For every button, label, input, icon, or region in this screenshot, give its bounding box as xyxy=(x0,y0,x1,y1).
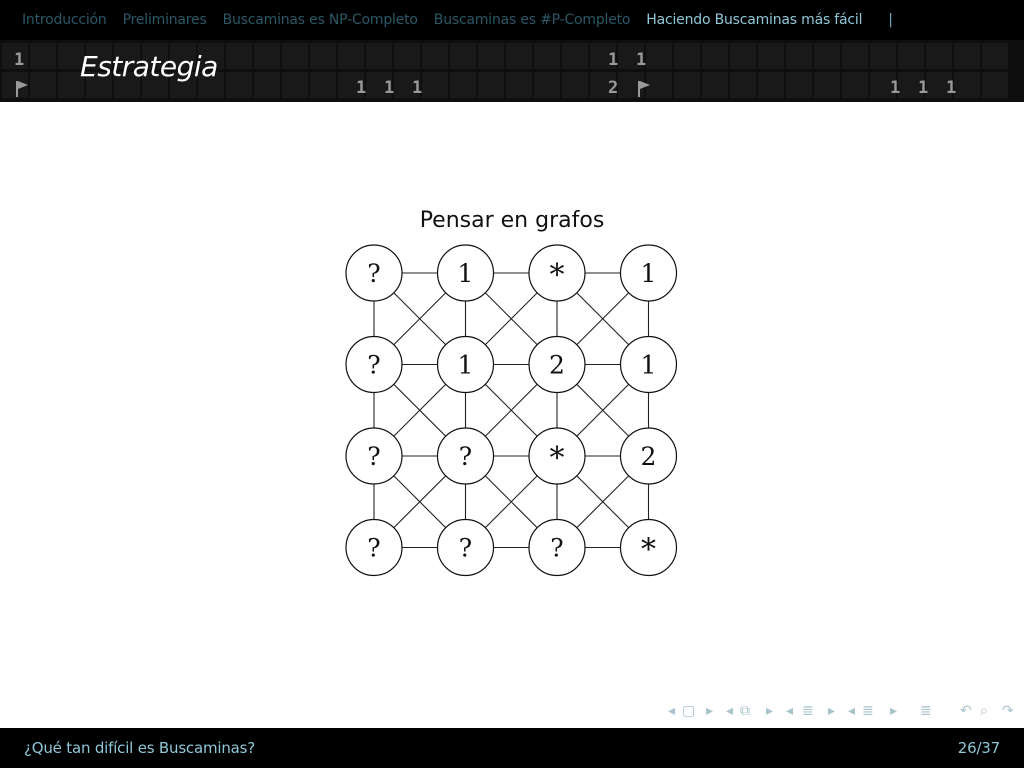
section-next-arrow-icon[interactable]: ▸ xyxy=(828,703,835,719)
graph-node-label: * xyxy=(641,533,656,568)
graph-node: 1 xyxy=(436,244,495,302)
footer-short-title: ¿Qué tan difícil es Buscaminas? xyxy=(24,739,256,757)
beamer-navigation-symbols: ◂ ▢ ▸ ◂ ⧉ ▸ ◂ ≣ ▸ ◂ ≣ ▸ ≣ ↶ ⌕ ↷ xyxy=(668,703,1018,723)
graph-node-label: 2 xyxy=(549,351,565,380)
graph-node: ? xyxy=(528,518,586,577)
graph-node-label: ? xyxy=(367,259,380,288)
graph-node: * xyxy=(528,427,586,485)
graph-node-label: ? xyxy=(367,351,380,380)
graph-node: ? xyxy=(436,427,495,485)
graph-node: 2 xyxy=(528,335,586,394)
page-number: 26/37 xyxy=(957,739,1000,757)
graph-node-label: 2 xyxy=(641,442,657,471)
graph-node-label: ? xyxy=(550,534,563,563)
graph-node: ? xyxy=(345,518,403,577)
section-icon[interactable]: ≣ xyxy=(802,703,814,719)
footer-bar: ¿Qué tan difícil es Buscaminas? 26/37 xyxy=(0,728,1024,768)
forward-icon[interactable]: ↷ xyxy=(1002,703,1014,719)
subsection-next-arrow-icon[interactable]: ▸ xyxy=(766,703,773,719)
graph-node-label: ? xyxy=(459,534,472,563)
graph-edges xyxy=(373,272,650,549)
outline-icon[interactable]: ≣ xyxy=(920,703,932,719)
frame-prev-arrow-icon[interactable]: ◂ xyxy=(668,703,675,719)
subsection-prev-arrow-icon[interactable]: ◂ xyxy=(726,703,733,719)
graph-node-label: ? xyxy=(459,442,472,471)
graph-node: * xyxy=(619,518,678,577)
graph-node-label: 1 xyxy=(458,351,474,380)
back-icon[interactable]: ↶ xyxy=(960,703,972,719)
graph-node-label: 1 xyxy=(458,259,474,288)
section-prev-arrow-icon[interactable]: ◂ xyxy=(786,703,793,719)
graph-node-label: * xyxy=(550,441,565,476)
subsubsection-icon[interactable]: ≣ xyxy=(862,703,874,719)
graph-node: ? xyxy=(345,335,403,394)
graph-node: 1 xyxy=(436,335,495,394)
graph-node: 1 xyxy=(619,244,678,302)
subsubsection-prev-arrow-icon[interactable]: ◂ xyxy=(848,703,855,719)
graph-node-label: 1 xyxy=(641,351,657,380)
graph-node: * xyxy=(528,244,586,302)
subsection-icon[interactable]: ⧉ xyxy=(740,703,750,719)
graph-node-label: ? xyxy=(367,534,380,563)
minesweeper-graph-diagram: ? 1 * 1? 1 2 1?? * 2??? * xyxy=(345,244,678,577)
frame-icon[interactable]: ▢ xyxy=(682,703,695,719)
search-icon[interactable]: ⌕ xyxy=(980,703,988,719)
graph-node: 2 xyxy=(619,427,678,485)
frame-next-arrow-icon[interactable]: ▸ xyxy=(706,703,713,719)
graph-node: ? xyxy=(345,427,403,485)
graph-node-label: 1 xyxy=(641,259,657,288)
graph-node-label: * xyxy=(550,258,565,293)
graph-node-label: ? xyxy=(367,442,380,471)
graph-node: ? xyxy=(345,244,403,302)
graph-node: 1 xyxy=(619,335,678,394)
graph-node: ? xyxy=(436,518,495,577)
subsubsection-next-arrow-icon[interactable]: ▸ xyxy=(890,703,897,719)
